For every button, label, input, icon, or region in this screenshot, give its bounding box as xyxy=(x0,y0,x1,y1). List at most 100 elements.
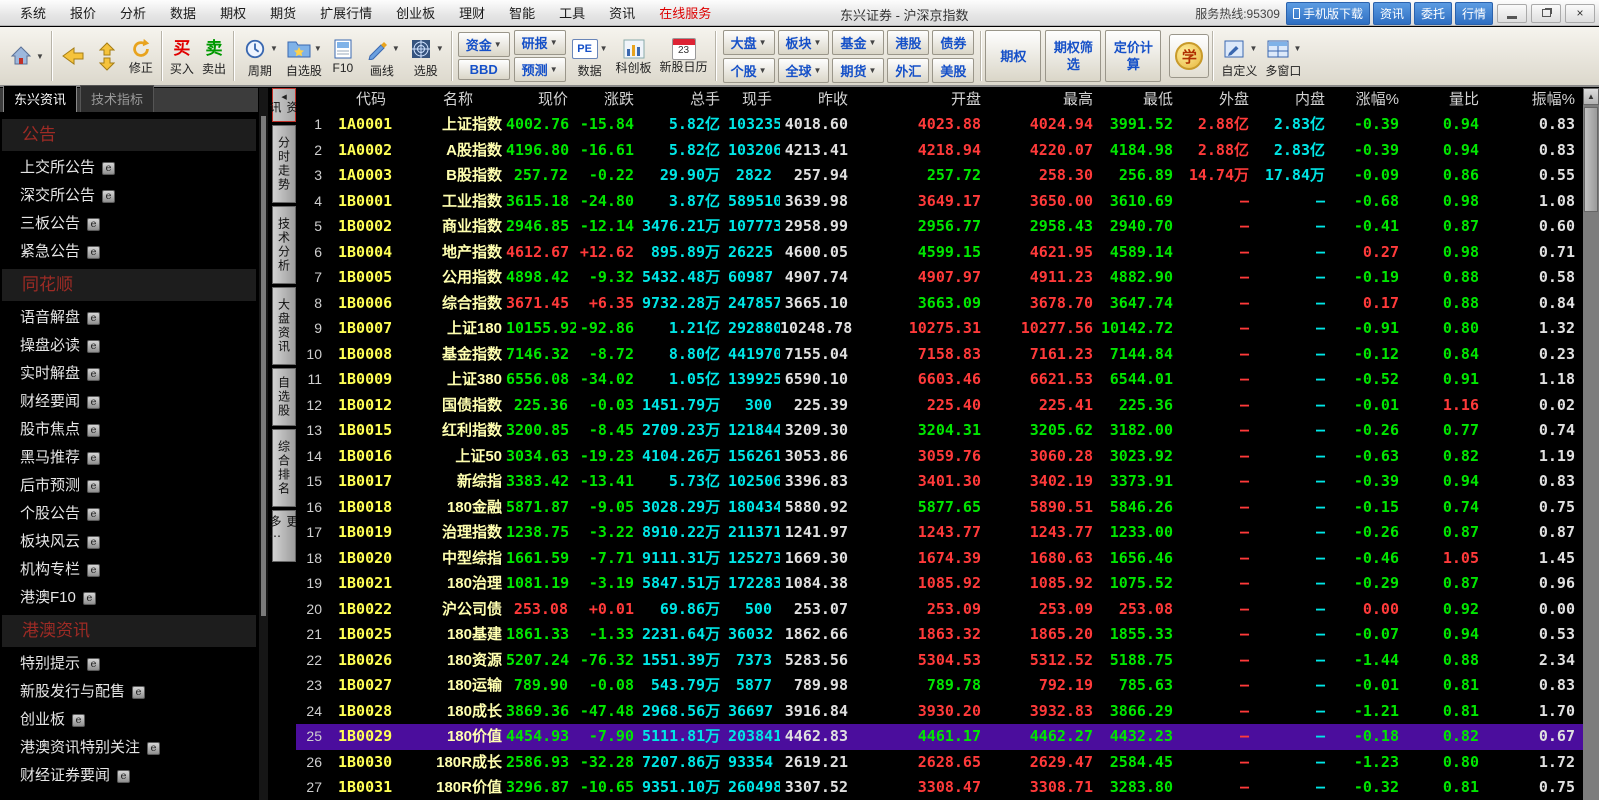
up-arrow-icon[interactable] xyxy=(94,41,120,56)
sidebar-item[interactable]: 上交所公告e xyxy=(0,154,258,182)
menu-item[interactable]: 期权 xyxy=(208,3,258,22)
table-scrollbar[interactable]: ▲ xyxy=(1583,88,1599,800)
column-header[interactable]: 外盘 xyxy=(1181,88,1257,112)
sidebar-item[interactable]: 三板公告e xyxy=(0,210,258,238)
panel-tab[interactable]: 综合排名 xyxy=(272,429,296,507)
chevron-down-icon[interactable]: ▼ xyxy=(1293,44,1301,53)
back-button[interactable] xyxy=(56,42,90,70)
drawline-button[interactable]: ▼ 画线 xyxy=(360,32,404,81)
market-nav-button[interactable]: 基金▼ xyxy=(832,30,884,55)
column-header[interactable]: 名称 xyxy=(410,88,506,112)
table-row[interactable]: 181B0020中型综指1661.59-7.719111.31万12527316… xyxy=(296,546,1583,572)
sidebar-item[interactable]: 紧急公告e xyxy=(0,238,258,266)
options-filter-button[interactable]: 期权筛选 xyxy=(1045,30,1101,82)
sidebar-scrollbar[interactable] xyxy=(259,88,268,800)
table-row[interactable]: 231B0027180运输789.90-0.08543.79万5877789.9… xyxy=(296,673,1583,699)
sidebar-item[interactable]: 个股公告e xyxy=(0,500,258,528)
options-button[interactable]: 期权 xyxy=(985,30,1041,82)
sidebar-item[interactable]: 黑马推荐e xyxy=(0,444,258,472)
sidebar-item[interactable]: 操盘必读e xyxy=(0,332,258,360)
restore-button[interactable] xyxy=(1531,4,1561,23)
menu-item[interactable]: 资讯 xyxy=(597,3,647,22)
star-market-button[interactable]: 科创板 xyxy=(612,35,656,78)
panel-tab[interactable]: 分时走势 xyxy=(272,125,296,203)
column-header[interactable]: 现价 xyxy=(506,88,576,112)
table-row[interactable]: 241B0028180成长3869.36-47.482968.56万366973… xyxy=(296,699,1583,725)
market-nav-button[interactable]: 全球▼ xyxy=(778,58,830,83)
column-header[interactable]: 振幅% xyxy=(1487,88,1583,112)
table-row[interactable]: 211B0025180基建1861.33-1.332231.64万3603218… xyxy=(296,622,1583,648)
sidebar-item[interactable]: 财经证券要闻e xyxy=(0,762,258,790)
customize-button[interactable]: ▼ 自定义 xyxy=(1217,32,1261,81)
sidebar-scroll-thumb[interactable] xyxy=(261,116,266,616)
cycle-button[interactable]: ▼ 周期 xyxy=(238,32,282,81)
menu-item[interactable]: 期货 xyxy=(258,3,308,22)
table-row[interactable]: 61B0004地产指数4612.67+12.62895.89万262254600… xyxy=(296,240,1583,266)
column-header[interactable]: 涨幅% xyxy=(1333,88,1407,112)
sidebar-item[interactable]: 后市预测e xyxy=(0,472,258,500)
sidebar-tab[interactable]: 东兴资讯 xyxy=(3,85,77,112)
table-row[interactable]: 271B0031180R价值3296.87-10.659351.10万26049… xyxy=(296,775,1583,800)
column-header[interactable]: 开盘 xyxy=(856,88,989,112)
table-row[interactable]: 41B0001工业指数3615.18-24.803.87亿5895103639.… xyxy=(296,189,1583,215)
column-header[interactable]: 代码 xyxy=(332,88,410,112)
market-nav-button[interactable]: 大盘▼ xyxy=(723,30,775,55)
sidebar-item[interactable]: 新股发行与配售e xyxy=(0,678,258,706)
menu-item[interactable]: 智能 xyxy=(497,3,547,22)
column-header[interactable]: 内盘 xyxy=(1257,88,1333,112)
minimize-button[interactable] xyxy=(1497,4,1527,23)
scroll-up-icon[interactable]: ▲ xyxy=(1583,88,1599,105)
table-row[interactable]: 151B0017新综指3383.42-13.415.73亿10250603396… xyxy=(296,469,1583,495)
table-row[interactable]: 21A0002A股指数4196.80-16.615.82亿10320604213… xyxy=(296,138,1583,164)
stockpick-button[interactable]: ▼ 选股 xyxy=(404,32,448,81)
market-nav-button[interactable]: 期货▼ xyxy=(832,58,884,83)
panel-tab[interactable]: 技术分析 xyxy=(272,206,296,284)
sidebar-item[interactable]: 港澳资讯特别关注e xyxy=(0,734,258,762)
column-header[interactable]: 总手 xyxy=(642,88,728,112)
chevron-down-icon[interactable]: ▼ xyxy=(1249,44,1257,53)
column-header[interactable]: 涨跌 xyxy=(576,88,642,112)
home-button[interactable]: ▼ xyxy=(4,39,48,73)
market-nav-button[interactable]: 债券 xyxy=(932,30,974,55)
down-arrow-icon[interactable] xyxy=(94,56,120,71)
market-nav-button[interactable]: 个股▼ xyxy=(723,58,775,83)
multiwindow-button[interactable]: ▼ 多窗口 xyxy=(1261,32,1305,81)
table-row[interactable]: 141B0016上证503034.63-19.234104.26万1562613… xyxy=(296,444,1583,470)
sidebar-item[interactable]: 股市焦点e xyxy=(0,416,258,444)
column-header[interactable]: 昨收 xyxy=(780,88,856,112)
column-header[interactable]: 最高 xyxy=(989,88,1101,112)
menu-item[interactable]: 报价 xyxy=(58,3,108,22)
table-row[interactable]: 191B0021180治理1081.19-3.195847.51万1722831… xyxy=(296,571,1583,597)
menu-item[interactable]: 数据 xyxy=(158,3,208,22)
pricing-calc-button[interactable]: 定价计算 xyxy=(1105,30,1161,82)
watchlist-button[interactable]: ▼ 自选股 xyxy=(282,32,326,81)
table-row[interactable]: 161B0018180金融5871.87-9.053028.29万1804345… xyxy=(296,495,1583,521)
table-row[interactable]: 221B0026180资源5207.24-76.321551.39万737352… xyxy=(296,648,1583,674)
sidebar-item[interactable]: 特别提示e xyxy=(0,650,258,678)
quick-button[interactable]: 手机版下载 xyxy=(1286,2,1370,25)
menu-item[interactable]: 在线服务 xyxy=(647,3,723,22)
sidebar-item[interactable]: 深交所公告e xyxy=(0,182,258,210)
chevron-down-icon[interactable]: ▼ xyxy=(436,44,444,53)
sidebar-item[interactable]: 板块风云e xyxy=(0,528,258,556)
table-row[interactable]: 111B0009上证3806556.08-34.021.05亿139925659… xyxy=(296,367,1583,393)
correction-button[interactable]: 修正 xyxy=(124,35,158,78)
table-row[interactable]: 201B0022沪公司债253.08+0.0169.86万500253.0725… xyxy=(296,597,1583,623)
chevron-down-icon[interactable]: ▼ xyxy=(392,44,400,53)
sidebar-item[interactable]: 港澳F10e xyxy=(0,584,258,612)
table-row[interactable]: 121B0012国债指数225.36-0.031451.79万300225.39… xyxy=(296,393,1583,419)
menu-item[interactable]: 理财 xyxy=(447,3,497,22)
bbd-button[interactable]: BBD xyxy=(458,59,510,80)
sidebar-tab[interactable]: 技术指标 xyxy=(80,85,154,112)
chevron-down-icon[interactable]: ▼ xyxy=(36,52,44,61)
sidebar-item[interactable]: 机构专栏e xyxy=(0,556,258,584)
table-row[interactable]: 131B0015红利指数3200.85-8.452709.23万12184432… xyxy=(296,418,1583,444)
table-row[interactable]: 101B0008基金指数7146.32-8.728.80亿4419707155.… xyxy=(296,342,1583,368)
table-row[interactable]: 51B0002商业指数2946.85-12.143476.21万10777329… xyxy=(296,214,1583,240)
forecast-button[interactable]: 预测▼ xyxy=(514,57,566,82)
funds-button[interactable]: 资金▼ xyxy=(458,32,510,57)
column-header[interactable]: 最低 xyxy=(1101,88,1181,112)
sidebar-item[interactable]: 财经要闻e xyxy=(0,388,258,416)
quick-button[interactable]: 资讯 xyxy=(1373,2,1411,25)
panel-tab[interactable]: 更多⋯ xyxy=(272,510,296,562)
